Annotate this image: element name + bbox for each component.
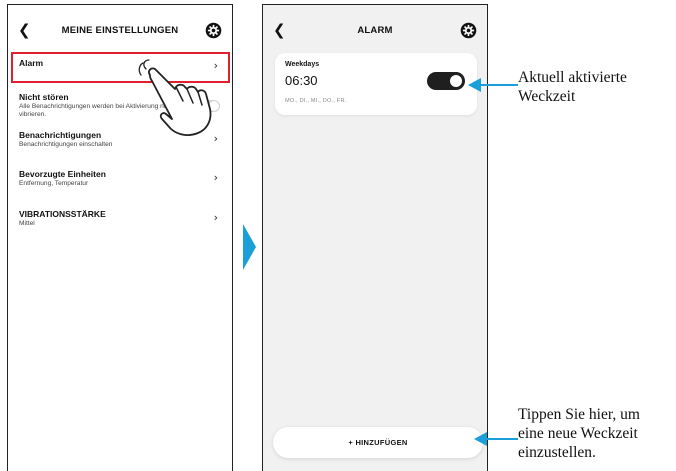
settings-header: ❮ MEINE EINSTELLUNGEN — [8, 5, 232, 57]
alarm-days: MO., DI., MI., DO., FR. — [285, 98, 347, 104]
add-button-label: HINZUFÜGEN — [355, 438, 408, 447]
alarm-header: ❮ ALARM — [263, 5, 487, 57]
item-label: Benachrichtigungen — [19, 130, 102, 140]
add-alarm-button[interactable]: + HINZUFÜGEN — [273, 427, 483, 458]
alarm-time: 06:30 — [285, 73, 318, 88]
page-title: MEINE EINSTELLUNGEN — [61, 25, 179, 36]
pointing-hand-icon — [138, 59, 212, 136]
page-title: ALARM — [357, 25, 393, 36]
item-label: Nicht stören — [19, 92, 69, 102]
chevron-right-icon: › — [213, 171, 218, 184]
plus-icon: + — [348, 438, 354, 447]
settings-screen: ❮ MEINE EINSTELLUNGEN Alarm › Nicht stör… — [7, 4, 233, 471]
chevron-right-icon: › — [213, 211, 218, 224]
settings-item-vibration[interactable]: VIBRATIONSSTÄRKE Mittel › — [8, 206, 232, 242]
gear-icon[interactable] — [460, 22, 477, 39]
annotation-active-alarm: Aktuell aktivierte Weckzeit — [518, 69, 627, 105]
next-step-arrow — [243, 224, 256, 270]
settings-item-units[interactable]: Bevorzugte Einheiten Entfernung, Tempera… — [8, 166, 232, 202]
item-description: Mittel — [19, 220, 35, 227]
alarm-screen: ❮ ALARM Weekdays 06:30 MO., DI., MI., DO… — [262, 4, 488, 471]
gear-icon[interactable] — [205, 22, 222, 39]
annotation-add-alarm: Tippen Sie hier, um eine neue Weckzeit e… — [518, 406, 640, 461]
item-description: Benachrichtigungen einschalten — [19, 141, 113, 148]
alarm-card[interactable]: Weekdays 06:30 MO., DI., MI., DO., FR. — [275, 53, 477, 115]
callout-arrow-add — [474, 432, 518, 446]
item-label: Bevorzugte Einheiten — [19, 169, 106, 179]
item-description: Entfernung, Temperatur — [19, 180, 89, 187]
alarm-label: Weekdays — [285, 61, 320, 68]
alarm-toggle[interactable] — [427, 72, 465, 90]
callout-arrow-active — [468, 78, 518, 92]
item-label: VIBRATIONSSTÄRKE — [19, 209, 106, 219]
